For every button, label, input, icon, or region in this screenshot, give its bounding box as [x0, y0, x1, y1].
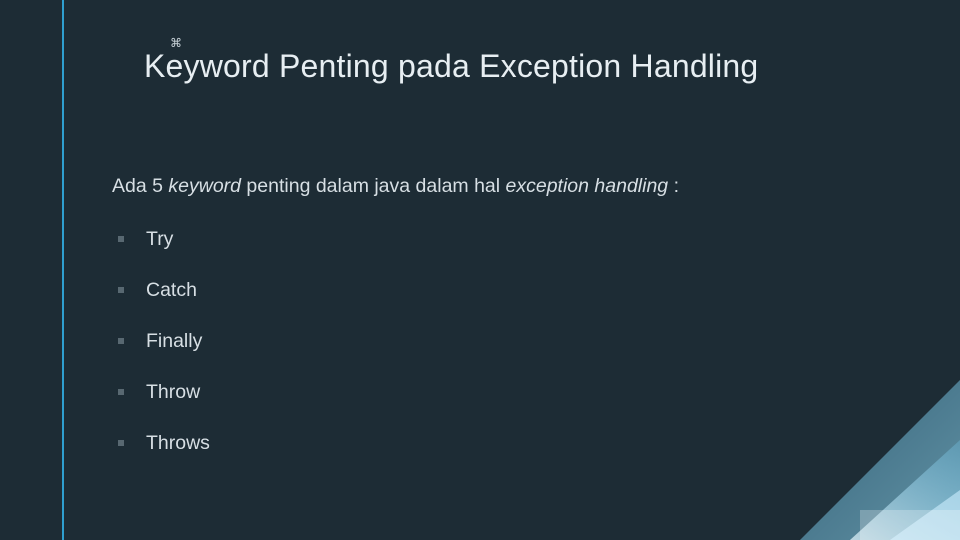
intro-suffix: : [668, 175, 679, 197]
list-item: Throw [112, 367, 210, 418]
slide-content: ⌘ Keyword Penting pada Exception Handlin… [0, 0, 960, 540]
keyword-list: Try Catch Finally Throw Throws [112, 214, 210, 469]
intro-middle: penting dalam java dalam hal [241, 175, 506, 197]
intro-keyword-italic: keyword [168, 175, 241, 197]
intro-prefix: Ada 5 [112, 175, 168, 197]
slide-title: Keyword Penting pada Exception Handling [144, 48, 758, 85]
list-item: Catch [112, 265, 210, 316]
intro-text: Ada 5 keyword penting dalam java dalam h… [112, 175, 679, 198]
list-item: Throws [112, 418, 210, 469]
list-item-label: Try [146, 228, 173, 250]
corner-decor-icon [740, 340, 960, 540]
intro-exception-italic: exception handling [506, 175, 669, 197]
list-item-label: Throw [146, 381, 200, 403]
list-item-label: Finally [146, 330, 202, 352]
list-item: Try [112, 214, 210, 265]
list-item-label: Catch [146, 279, 197, 301]
list-item: Finally [112, 316, 210, 367]
list-item-label: Throws [146, 432, 210, 454]
